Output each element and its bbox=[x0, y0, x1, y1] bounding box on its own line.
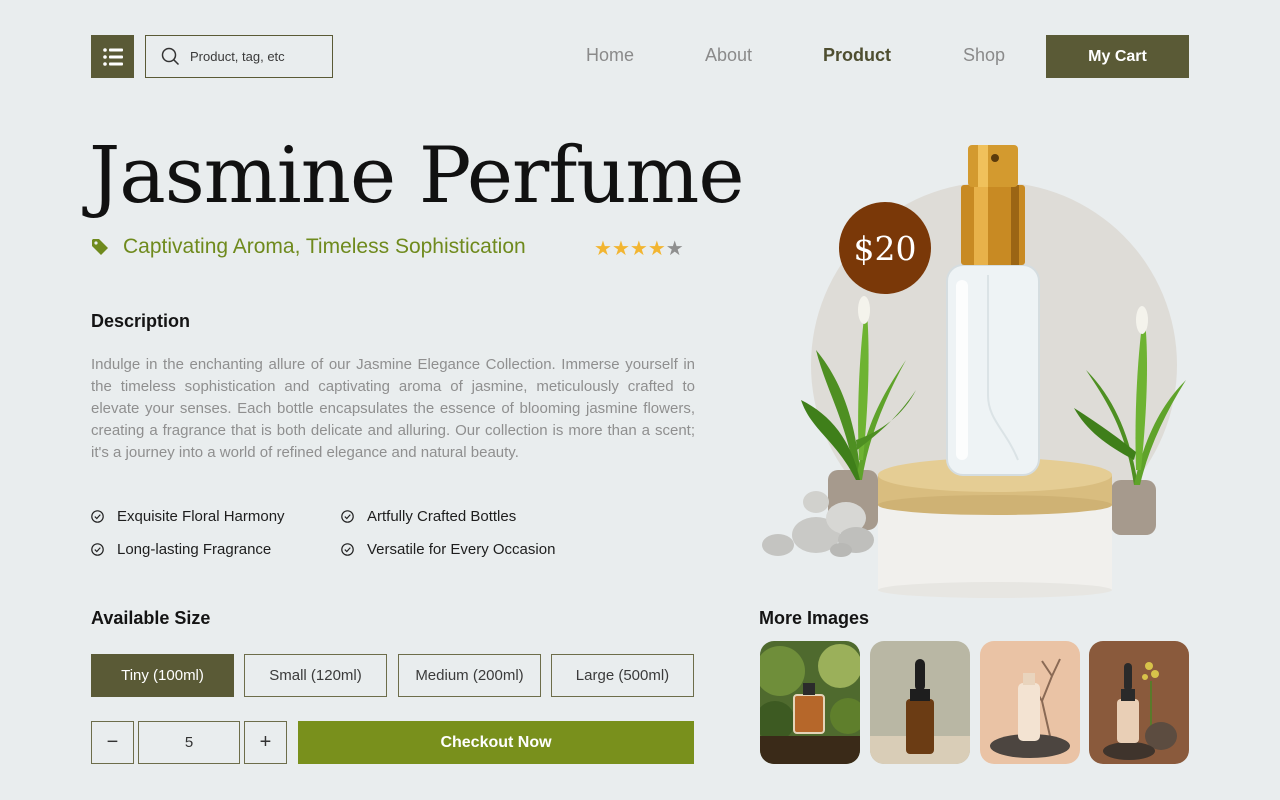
feature-item: Artfully Crafted Bottles bbox=[341, 508, 516, 525]
star-icon: ★ bbox=[594, 238, 612, 260]
decrease-quantity-button[interactable]: − bbox=[91, 721, 134, 764]
perfume-bottle-plants-image bbox=[760, 641, 860, 764]
tag-icon bbox=[92, 239, 108, 255]
thumbnail-1[interactable] bbox=[760, 641, 860, 764]
my-cart-button[interactable]: My Cart bbox=[1046, 35, 1189, 78]
size-option-large[interactable]: Large (500ml) bbox=[551, 654, 694, 697]
thumbnail-2[interactable] bbox=[870, 641, 970, 764]
size-option-small[interactable]: Small (120ml) bbox=[244, 654, 387, 697]
pedestal bbox=[878, 458, 1112, 598]
lotion-bottle-branch-image bbox=[980, 641, 1080, 764]
more-images-heading: More Images bbox=[759, 608, 870, 628]
search-input[interactable] bbox=[190, 49, 320, 64]
product-title: Jasmine Perfume bbox=[89, 131, 745, 221]
size-option-tiny[interactable]: Tiny (100ml) bbox=[91, 654, 234, 697]
feature-item: Versatile for Every Occasion bbox=[341, 541, 555, 558]
feature-label: Artfully Crafted Bottles bbox=[367, 508, 517, 525]
star-empty-icon: ★ bbox=[665, 238, 684, 260]
feature-label: Exquisite Floral Harmony bbox=[117, 508, 285, 525]
available-size-heading: Available Size bbox=[91, 608, 211, 628]
checkout-button[interactable]: Checkout Now bbox=[298, 721, 694, 764]
quantity-value[interactable]: 5 bbox=[138, 721, 240, 764]
price-badge: $20 bbox=[839, 202, 931, 294]
product-hero-image bbox=[762, 145, 1186, 598]
thumbnail-3[interactable] bbox=[980, 641, 1080, 764]
check-circle-icon bbox=[91, 543, 104, 556]
feature-item: Long-lasting Fragrance bbox=[91, 541, 271, 558]
dropper-bottle-amber-image bbox=[870, 641, 970, 764]
nav-about[interactable]: About bbox=[705, 45, 752, 66]
star-icon: ★ bbox=[611, 238, 630, 260]
feature-item: Exquisite Floral Harmony bbox=[91, 508, 285, 525]
nav-product[interactable]: Product bbox=[823, 45, 891, 66]
dropper-bottle-flowers-image bbox=[1089, 641, 1189, 764]
menu-button[interactable] bbox=[91, 35, 134, 78]
size-option-medium[interactable]: Medium (200ml) bbox=[398, 654, 541, 697]
rating-stars: ★★★★★ bbox=[594, 236, 684, 261]
product-description: Indulge in the enchanting allure of our … bbox=[91, 356, 695, 461]
nav-home[interactable]: Home bbox=[586, 45, 634, 66]
feature-label: Versatile for Every Occasion bbox=[367, 541, 556, 558]
list-menu-icon bbox=[102, 47, 123, 66]
description-heading: Description bbox=[91, 311, 191, 331]
product-tagline: Captivating Aroma, Timeless Sophisticati… bbox=[123, 235, 526, 258]
increase-quantity-button[interactable]: + bbox=[244, 721, 287, 764]
nav-shop[interactable]: Shop bbox=[963, 45, 1005, 66]
tagline-row: Captivating Aroma, Timeless Sophisticati… bbox=[91, 235, 526, 259]
search-box[interactable] bbox=[145, 35, 333, 78]
star-icon: ★ bbox=[647, 238, 666, 260]
star-icon: ★ bbox=[629, 238, 648, 260]
thumbnail-4[interactable] bbox=[1089, 641, 1189, 764]
check-circle-icon bbox=[91, 510, 104, 523]
check-circle-icon bbox=[341, 510, 354, 523]
search-icon bbox=[161, 47, 180, 66]
feature-label: Long-lasting Fragrance bbox=[117, 541, 272, 558]
check-circle-icon bbox=[341, 543, 354, 556]
